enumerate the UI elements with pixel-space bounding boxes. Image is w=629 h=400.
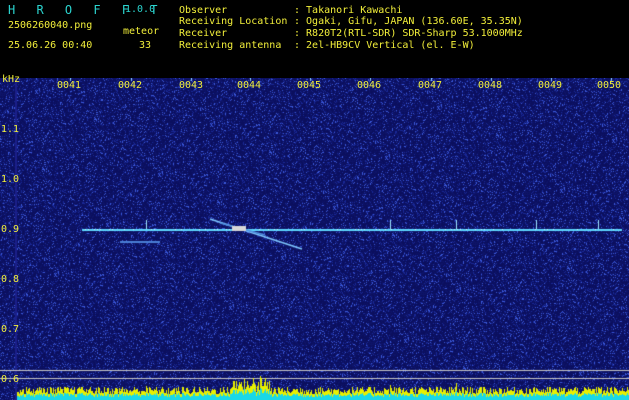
time-tick: 0044 xyxy=(237,80,262,91)
spectrogram xyxy=(0,78,629,400)
freq-tick: 1.1 xyxy=(1,124,20,135)
date-time: 25.06.26 00:40 xyxy=(8,40,93,51)
unit-label: kHz xyxy=(2,74,21,85)
freq-tick: 1.0 xyxy=(1,174,20,185)
info-location-value: : Ogaki, Gifu, JAPAN (136.60E, 35.35N) xyxy=(294,16,523,27)
time-tick: 0043 xyxy=(179,80,204,91)
time-tick: 0045 xyxy=(297,80,322,91)
freq-tick: 0.8 xyxy=(1,274,20,285)
info-antenna-key: Receiving antenna xyxy=(179,40,282,51)
time-tick: 0042 xyxy=(118,80,143,91)
time-tick: 0048 xyxy=(478,80,503,91)
freq-tick: 0.9 xyxy=(1,224,20,235)
meteor-count: 33 xyxy=(139,40,152,51)
info-observer-key: Observer xyxy=(179,5,228,16)
meteor-label: meteor xyxy=(123,26,160,37)
time-tick: 0047 xyxy=(418,80,443,91)
time-tick: 0049 xyxy=(538,80,563,91)
app-version: 1.0.0 xyxy=(125,4,156,15)
freq-tick: 0.6 xyxy=(1,374,20,385)
time-tick: 0046 xyxy=(357,80,382,91)
time-tick: 0050 xyxy=(597,80,622,91)
freq-tick: 0.7 xyxy=(1,324,20,335)
time-tick: 0041 xyxy=(57,80,82,91)
header-panel: H R O F F T 1.0.0 2506260040.png meteor … xyxy=(0,0,629,78)
info-receiver-key: Receiver xyxy=(179,28,228,39)
info-receiver-value: : R820T2(RTL-SDR) SDR-Sharp 53.1000MHz xyxy=(294,28,523,39)
info-location-key: Receiving Location xyxy=(179,16,288,27)
info-observer-value: : Takanori Kawachi xyxy=(294,5,403,16)
file-name: 2506260040.png xyxy=(8,20,93,31)
info-antenna-value: : 2el-HB9CV Vertical (el. E-W) xyxy=(294,40,475,51)
